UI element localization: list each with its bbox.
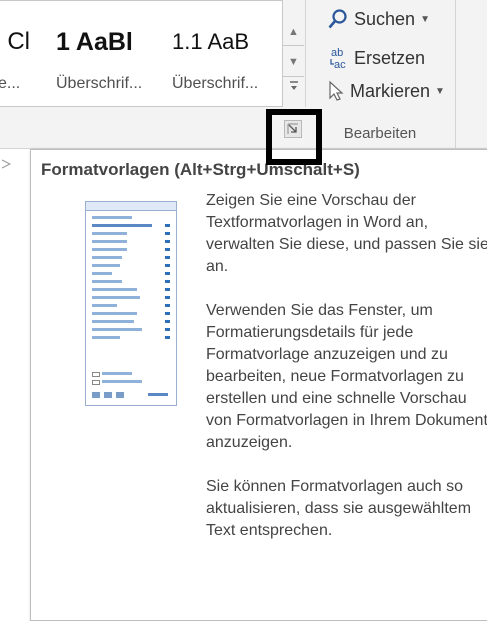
highlight-frame [266,109,322,165]
thumbnail-line [92,272,112,275]
scroll-down-button[interactable]: ▼ [283,56,304,68]
thumbnail-line [92,264,120,267]
cursor-arrow-icon [329,80,344,101]
styles-pane-thumbnail [85,201,177,406]
thumbnail-line [92,296,140,299]
thumbnail-mark [165,304,170,307]
find-button[interactable]: Suchen ▼ [327,8,430,30]
thumbnail-mark [165,312,170,315]
ruler-marker-icon [1,159,12,169]
thumbnail-line [92,240,127,243]
svg-text:ac: ac [334,59,346,70]
style-preview: 1.1 AaB [172,29,250,54]
thumbnail-mark [165,296,170,299]
divider [283,76,304,77]
thumbnail-mark [165,336,170,339]
thumbnail-line [102,372,132,375]
thumbnail-line [92,216,132,219]
thumbnail-mark [165,224,170,227]
scroll-up-button[interactable]: ▲ [283,26,304,38]
replace-label: Ersetzen [354,47,426,68]
thumbnail-line [92,232,127,235]
replace-button[interactable]: ab ac Ersetzen [327,46,425,70]
thumbnail-line [92,224,152,227]
style-preview: 1 AaBl [56,28,133,56]
thumbnail-button [92,392,100,398]
style-preview: ı Cl [0,28,30,55]
divider [283,45,304,46]
thumbnail-mark [165,288,170,291]
thumbnail-line [92,288,137,291]
thumbnail-line [92,312,137,315]
gallery-scroll: ▲ ▼ [283,0,306,107]
style-name: Überschrif... [56,75,143,92]
ribbon: ı Cl e... 1 AaBl Überschrif... 1.1 AaB Ü… [0,0,487,149]
thumbnail-line [92,320,134,323]
magnifier-icon [328,9,347,29]
select-label: Markieren [350,80,431,101]
tooltip-paragraph: Verwenden Sie das Fenster, um Formatieru… [206,302,487,451]
thumbnail-line [92,328,142,331]
ab-ac-replace-icon: ab ac [330,47,346,70]
style-name: Überschrif... [172,75,259,92]
editing-group: Suchen ▼ ab ac Ersetzen Markieren ▼ Bear… [305,0,456,148]
style-item-heading-2[interactable]: 1.1 AaB Überschrif... [172,23,258,93]
thumbnail-mark [165,256,170,259]
thumbnail-mark [165,280,170,283]
select-button[interactable]: Markieren ▼ [327,80,445,102]
styles-tooltip: Formatvorlagen (Alt+Strg+Umschalt+S) Zei… [30,149,487,621]
thumbnail-checkbox [92,372,100,377]
thumbnail-mark [165,264,170,267]
thumbnail-button [116,392,124,398]
gallery-more-button[interactable] [283,80,304,95]
style-name: e... [0,75,21,92]
thumbnail-mark [165,272,170,275]
thumbnail-mark [165,232,170,235]
document-edge [0,150,30,180]
thumbnail-line [92,256,122,259]
chevron-up-icon: ▲ [288,26,299,38]
chevron-down-icon: ▼ [288,56,299,68]
tooltip-paragraph: Sie können Formatvorlagen auch so aktual… [206,478,472,539]
thumbnail-mark [165,240,170,243]
tooltip-paragraph: Zeigen Sie eine Vorschau der Textformatv… [206,192,487,275]
svg-text:ab: ab [331,47,343,59]
styles-gallery: ı Cl e... 1 AaBl Überschrif... 1.1 AaB Ü… [0,0,283,107]
thumbnail-line [102,380,142,383]
thumbnail-line [92,304,117,307]
thumbnail-checkbox [92,380,100,385]
thumbnail-mark [165,320,170,323]
find-label: Suchen [354,8,416,29]
thumbnail-line [92,248,127,251]
more-dropdown-icon [289,81,298,90]
style-item-partial[interactable]: ı Cl e... [0,23,30,93]
thumbnail-line [148,393,168,396]
thumbnail-line [92,336,120,339]
group-label: Bearbeiten [343,125,417,142]
tooltip-description: Zeigen Sie eine Vorschau der Textformatv… [206,190,487,564]
chevron-down-icon: ▼ [420,13,430,25]
thumbnail-mark [165,248,170,251]
style-item-heading-1[interactable]: 1 AaBl Überschrif... [56,23,142,93]
thumbnail-button [104,392,112,398]
thumbnail-line [92,280,122,283]
chevron-down-icon: ▼ [435,85,445,97]
thumbnail-mark [165,328,170,331]
thumbnail-header [86,202,176,211]
